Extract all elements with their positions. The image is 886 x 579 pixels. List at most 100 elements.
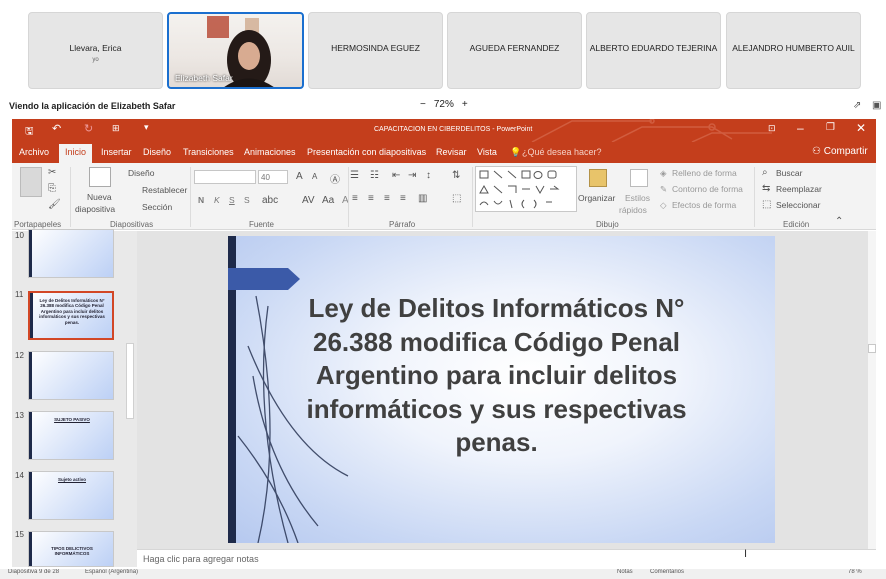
new-slide-label[interactable]: diapositiva <box>75 204 115 214</box>
clear-format-icon[interactable]: Ⓐ <box>330 171 340 186</box>
shapes-gallery[interactable] <box>475 166 577 212</box>
format-painter-icon[interactable]: 🖌 <box>48 199 61 210</box>
participant-video-tile[interactable]: Elizabeth Safar <box>167 12 304 89</box>
quick-styles-button[interactable]: Estilos <box>625 193 650 203</box>
share-bar: Viendo la aplicación de Elizabeth Safar … <box>0 96 886 118</box>
smartart-icon[interactable]: ⬚ <box>452 193 461 204</box>
slide-title[interactable]: Ley de Delitos Informáticos N° 26.388 mo… <box>278 292 715 460</box>
start-presentation-icon[interactable]: ⊞ <box>112 123 120 134</box>
participant-tile[interactable]: ALEJANDRO HUMBERTO AUIL <box>726 12 861 89</box>
cut-icon[interactable]: ✂ <box>48 167 56 178</box>
increase-indent-icon[interactable]: ⇥ <box>408 170 416 181</box>
bold-button[interactable]: N <box>198 195 204 205</box>
participant-tile[interactable]: Llevara, Erica yo <box>28 12 163 89</box>
participant-tile[interactable]: HERMOSINDA EGUEZ <box>308 12 443 89</box>
shadow-button[interactable]: S <box>244 195 250 205</box>
tab-diseno[interactable]: Diseño <box>143 147 171 157</box>
layout-button[interactable]: Diseño <box>128 168 154 178</box>
select-button[interactable]: Seleccionar <box>776 200 820 210</box>
participant-tile[interactable]: ALBERTO EDUARDO TEJERINA <box>586 12 721 89</box>
new-slide-icon[interactable] <box>89 167 111 187</box>
italic-button[interactable]: K <box>214 195 220 205</box>
redo-icon[interactable]: ↻ <box>84 122 93 135</box>
slide-thumbnail[interactable]: TIPOS DELICTIVOS INFORMÁTICOS <box>28 531 114 567</box>
font-shrink-icon[interactable]: A <box>312 172 317 181</box>
replace-icon[interactable]: ⇆ <box>762 183 770 194</box>
underline-button[interactable]: S <box>229 195 235 205</box>
slide-thumbnail[interactable] <box>28 351 114 400</box>
pop-out-icon[interactable]: ⇗ <box>853 100 861 111</box>
zoom-in-button[interactable]: + <box>462 99 468 110</box>
section-button[interactable]: Sección <box>142 202 172 212</box>
char-spacing-icon[interactable]: AV <box>302 195 315 206</box>
slide-thumbnail[interactable] <box>28 229 114 278</box>
status-zoom[interactable]: 78 % <box>848 569 862 575</box>
find-button[interactable]: Buscar <box>776 168 802 178</box>
shape-outline-icon[interactable]: ✎ <box>660 184 667 195</box>
justify-icon[interactable]: ≡ <box>400 193 406 204</box>
maximize-icon[interactable]: ❐ <box>826 122 835 133</box>
current-slide[interactable]: Ley de Delitos Informáticos N° 26.388 mo… <box>228 236 775 543</box>
quick-styles-icon[interactable] <box>630 169 648 187</box>
fullscreen-icon[interactable]: ▣ <box>872 100 881 111</box>
customize-qat-icon[interactable]: ▾ <box>144 122 149 133</box>
select-icon[interactable]: ⬚ <box>762 199 771 210</box>
shape-effects-icon[interactable]: ◇ <box>660 200 667 211</box>
collapse-ribbon-icon[interactable]: ⌃ <box>835 216 843 227</box>
strikethrough-icon[interactable]: abc <box>262 195 278 206</box>
tab-vista[interactable]: Vista <box>477 147 497 157</box>
numbering-icon[interactable]: ☷ <box>370 170 379 181</box>
ribbon-display-icon[interactable]: ⊡ <box>768 123 776 134</box>
font-grow-icon[interactable]: A <box>296 171 303 182</box>
notes-toggle[interactable]: Notas <box>617 569 633 575</box>
arrange-icon[interactable] <box>589 169 607 187</box>
tab-archivo[interactable]: Archivo <box>19 147 49 157</box>
tab-presentacion[interactable]: Presentación con diapositivas <box>307 147 426 157</box>
decrease-indent-icon[interactable]: ⇤ <box>392 170 400 181</box>
align-right-icon[interactable]: ≡ <box>384 193 390 204</box>
change-case-icon[interactable]: Aa <box>322 195 334 206</box>
bullets-icon[interactable]: ☰ <box>350 170 359 181</box>
workspace-scrollbar[interactable] <box>868 231 876 549</box>
slide-thumbnail-selected[interactable]: Ley de Delitos Informáticos N° 26.388 mo… <box>28 291 114 340</box>
columns-icon[interactable]: ▥ <box>418 193 427 204</box>
thumbnails-scrollbar[interactable] <box>126 343 134 419</box>
slide-thumbnail[interactable]: Sujeto activo <box>28 471 114 520</box>
participant-tile[interactable]: AGUEDA FERNANDEZ <box>447 12 582 89</box>
arrange-button[interactable]: Organizar <box>578 193 615 203</box>
tab-transiciones[interactable]: Transiciones <box>183 147 234 157</box>
copy-icon[interactable]: ⎘ <box>48 183 56 194</box>
save-icon[interactable]: 🖫 <box>25 124 34 141</box>
replace-button[interactable]: Reemplazar <box>776 184 822 194</box>
tab-animaciones[interactable]: Animaciones <box>244 147 296 157</box>
line-spacing-icon[interactable]: ↕ <box>426 170 431 181</box>
font-family-select[interactable] <box>194 170 256 184</box>
comments-toggle[interactable]: Comentarios <box>650 569 684 575</box>
tab-insertar[interactable]: Insertar <box>101 147 132 157</box>
shape-effects-button[interactable]: Efectos de forma <box>672 200 736 210</box>
new-slide-button[interactable]: Nueva <box>87 192 112 202</box>
paste-icon[interactable] <box>20 167 42 197</box>
text-direction-icon[interactable]: ⇅ <box>452 170 460 181</box>
minimize-icon[interactable]: – <box>797 121 804 135</box>
shape-outline-button[interactable]: Contorno de forma <box>672 184 743 194</box>
shape-fill-icon[interactable]: ◈ <box>660 168 667 179</box>
close-icon[interactable]: ✕ <box>856 121 866 135</box>
scroll-thumb[interactable] <box>868 344 876 353</box>
notes-pane[interactable]: Haga clic para agregar notas Ι <box>137 548 876 569</box>
undo-icon[interactable]: ↶ <box>52 122 61 135</box>
quick-styles-label[interactable]: rápidos <box>619 205 647 215</box>
tell-me-input[interactable]: ¿Qué desea hacer? <box>522 147 602 157</box>
shape-fill-button[interactable]: Relleno de forma <box>672 168 737 178</box>
text-cursor-icon: Ι <box>744 548 748 560</box>
share-button[interactable]: ⚇ Compartir <box>812 146 868 157</box>
slide-thumbnail[interactable]: SUJETO PASIVO <box>28 411 114 460</box>
tab-revisar[interactable]: Revisar <box>436 147 467 157</box>
font-size-select[interactable]: 40 <box>258 170 288 184</box>
align-center-icon[interactable]: ≡ <box>368 193 374 204</box>
zoom-out-button[interactable]: − <box>420 99 426 110</box>
reset-button[interactable]: Restablecer <box>142 185 187 195</box>
search-icon[interactable]: ⌕ <box>762 167 768 178</box>
tab-inicio[interactable]: Inicio <box>59 144 93 163</box>
align-left-icon[interactable]: ≡ <box>352 193 358 204</box>
